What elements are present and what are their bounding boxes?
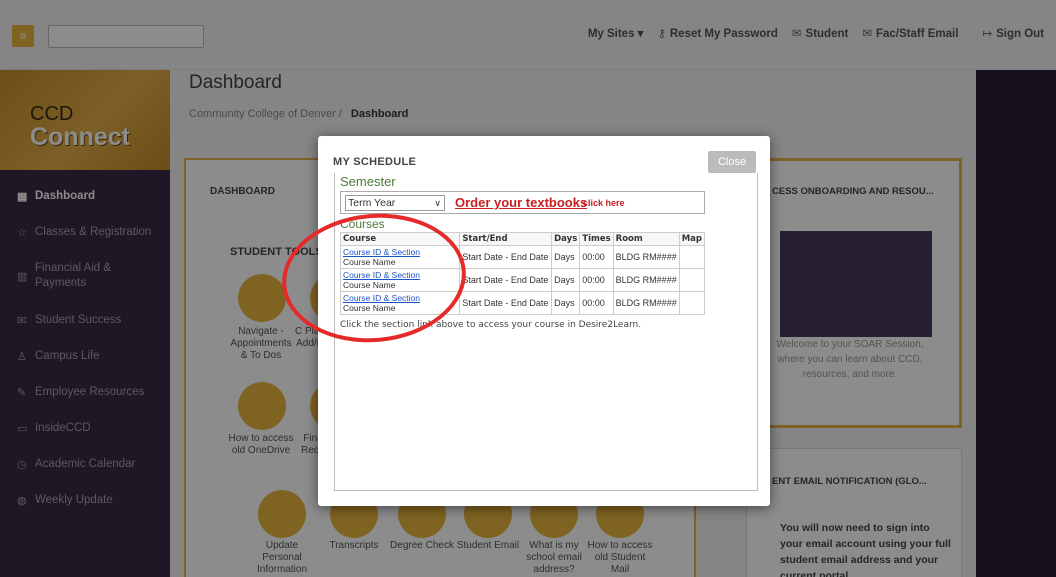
chevron-down-icon: ∨ [434,198,441,208]
close-button[interactable]: Close [708,151,756,173]
col-room: Room [612,232,680,246]
room-cell: BLDG RM#### [612,268,680,292]
days-cell: Days [551,291,581,315]
days-cell: Days [551,268,581,292]
col-times: Times [579,232,614,246]
dates-cell: Start Date - End Date [459,291,553,315]
map-cell [678,268,706,292]
modal-title: MY SCHEDULE [333,156,417,168]
map-cell [678,291,706,315]
dates-cell: Start Date - End Date [459,245,553,269]
times-cell: 00:00 [579,245,614,269]
room-cell: BLDG RM#### [612,245,680,269]
times-cell: 00:00 [579,268,614,292]
times-cell: 00:00 [579,291,614,315]
map-cell [678,245,706,269]
semester-label: Semester [340,174,396,189]
term-select[interactable]: Term Year ∨ [345,195,445,211]
room-cell: BLDG RM#### [612,291,680,315]
days-cell: Days [551,245,581,269]
semester-row: Term Year ∨ Order your textbooks click h… [340,191,705,214]
dates-cell: Start Date - End Date [459,268,553,292]
order-click-here-link[interactable]: click here [583,198,625,208]
order-textbooks-link[interactable]: Order your textbooks [455,195,587,210]
col-start-end: Start/End [459,232,553,246]
col-days: Days [551,232,581,246]
col-map: Map [678,232,706,246]
